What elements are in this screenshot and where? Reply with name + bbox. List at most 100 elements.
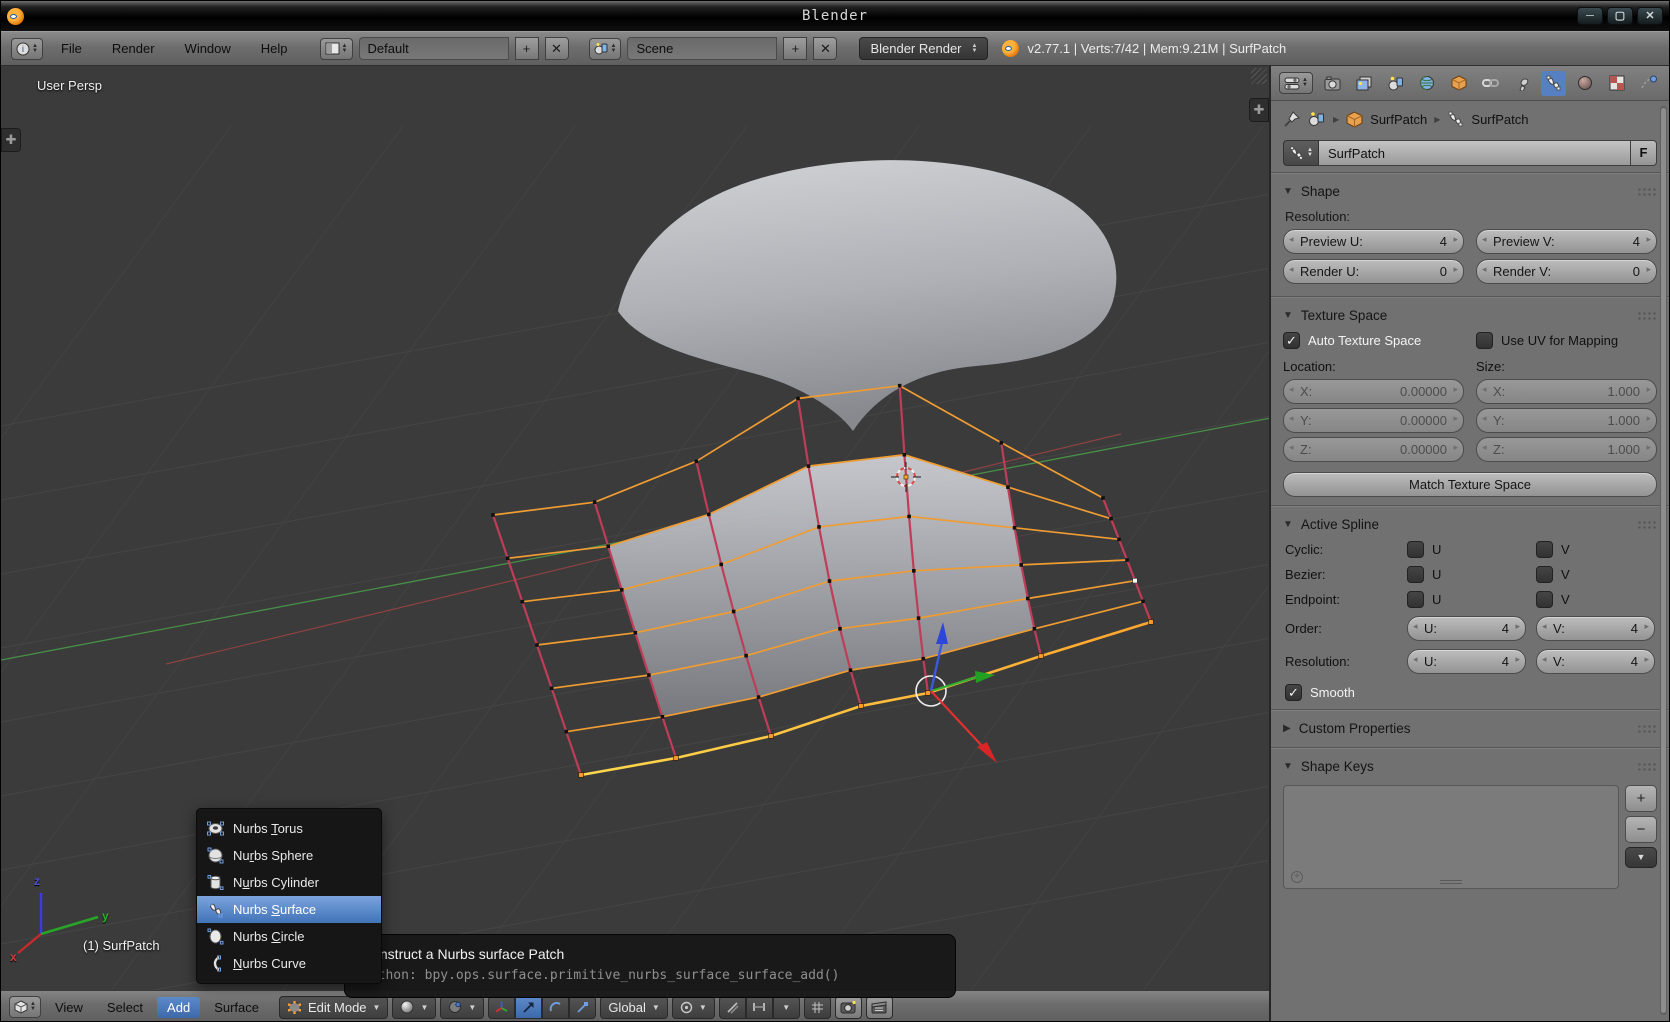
cyclic-v-checkbox[interactable]: ✓ bbox=[1536, 541, 1553, 558]
panel-drag-handle[interactable] bbox=[1637, 311, 1657, 320]
editor-type-button-info[interactable]: i ▲▼ bbox=[11, 38, 43, 60]
menu-item-nurbs-sphere[interactable]: Nurbs Sphere bbox=[197, 842, 381, 869]
panel-drag-handle[interactable] bbox=[1637, 520, 1657, 529]
close-button[interactable]: ✕ bbox=[1637, 7, 1663, 25]
scene-crumb-icon[interactable] bbox=[1308, 111, 1326, 127]
bezier-u-checkbox[interactable]: ✓ bbox=[1407, 566, 1424, 583]
render-border-button[interactable] bbox=[804, 996, 831, 1019]
render-v-field[interactable]: Render V:0 bbox=[1476, 259, 1657, 284]
snap-toggle-button[interactable] bbox=[719, 996, 746, 1019]
menu-item-nurbs-curve[interactable]: Nurbs Curve bbox=[197, 950, 381, 977]
texspace-location-z-field[interactable]: Z:0.00000 bbox=[1283, 437, 1464, 462]
texspace-location-y-field[interactable]: Y:0.00000 bbox=[1283, 408, 1464, 433]
scene-field[interactable]: Scene bbox=[627, 37, 777, 60]
list-filter-icon[interactable]: + bbox=[1291, 871, 1303, 883]
layout-delete-button[interactable]: ✕ bbox=[545, 37, 569, 60]
screen-layout-icon-button[interactable]: ▲▼ bbox=[320, 38, 353, 60]
order-v-field[interactable]: V:4 bbox=[1536, 616, 1655, 641]
menu-select[interactable]: Select bbox=[97, 997, 153, 1018]
panel-scrollbar[interactable] bbox=[1660, 106, 1667, 1015]
shape-key-add-button[interactable]: + bbox=[1625, 785, 1657, 812]
panel-shape-keys-header[interactable]: ▼ Shape Keys bbox=[1271, 752, 1669, 781]
fake-user-button[interactable]: F bbox=[1631, 140, 1657, 166]
texspace-size-z-field[interactable]: Z:1.000 bbox=[1476, 437, 1657, 462]
use-uv-for-mapping-checkbox[interactable]: ✓ bbox=[1476, 332, 1493, 349]
smooth-checkbox[interactable]: ✓ bbox=[1285, 684, 1302, 701]
scene-add-button[interactable]: + bbox=[783, 37, 807, 60]
texspace-size-x-field[interactable]: X:1.000 bbox=[1476, 379, 1657, 404]
match-texture-space-button[interactable]: Match Texture Space bbox=[1283, 472, 1657, 497]
tab-render[interactable] bbox=[1320, 71, 1345, 96]
texspace-location-x-field[interactable]: X:0.00000 bbox=[1283, 379, 1464, 404]
texspace-size-y-field[interactable]: Y:1.000 bbox=[1476, 408, 1657, 433]
tab-texture[interactable] bbox=[1605, 71, 1630, 96]
tab-object[interactable] bbox=[1447, 71, 1472, 96]
snap-dropdown-button[interactable]: ▼ bbox=[773, 996, 800, 1019]
breadcrumb-data-name[interactable]: SurfPatch bbox=[1471, 112, 1528, 127]
snap-element-button[interactable] bbox=[746, 996, 773, 1019]
tab-world[interactable] bbox=[1415, 71, 1440, 96]
layout-add-button[interactable]: + bbox=[515, 37, 539, 60]
breadcrumb-object-name[interactable]: SurfPatch bbox=[1370, 112, 1427, 127]
endpoint-u-checkbox[interactable]: ✓ bbox=[1407, 591, 1424, 608]
tab-constraints[interactable] bbox=[1478, 71, 1503, 96]
spline-resolution-v-field[interactable]: V:4 bbox=[1536, 649, 1655, 674]
endpoint-v-checkbox[interactable]: ✓ bbox=[1536, 591, 1553, 608]
viewport-3d[interactable]: User Persp (1) SurfPatch z y x ✚ ✚ Nurbs… bbox=[1, 66, 1271, 1022]
viewport-shading-select[interactable]: ▼ bbox=[392, 996, 436, 1019]
tab-render-layers[interactable] bbox=[1352, 71, 1377, 96]
tab-material[interactable] bbox=[1573, 71, 1598, 96]
pivot-point-select[interactable]: ▼ bbox=[440, 996, 484, 1019]
menu-surface[interactable]: Surface bbox=[204, 997, 269, 1018]
shape-key-specials-button[interactable]: ▼ bbox=[1625, 847, 1657, 868]
nurbs-control-cage[interactable] bbox=[491, 384, 1153, 777]
panel-shape-header[interactable]: ▼ Shape bbox=[1271, 177, 1669, 206]
order-u-field[interactable]: U:4 bbox=[1407, 616, 1526, 641]
tab-modifiers[interactable] bbox=[1510, 71, 1535, 96]
menu-add[interactable]: Add bbox=[157, 997, 200, 1018]
mode-select[interactable]: Edit Mode ▼ bbox=[279, 996, 388, 1019]
menu-file[interactable]: File bbox=[49, 37, 94, 60]
editor-type-button-3dview[interactable]: ▲▼ bbox=[9, 996, 41, 1018]
panel-custom-properties-header[interactable]: ▶ Custom Properties bbox=[1271, 714, 1669, 743]
screen-layout-field[interactable]: Default bbox=[359, 37, 509, 60]
panel-texture-space-header[interactable]: ▼ Texture Space bbox=[1271, 301, 1669, 330]
shape-key-remove-button[interactable]: − bbox=[1625, 816, 1657, 843]
tab-physics[interactable] bbox=[1636, 71, 1661, 96]
area-corner-widget[interactable] bbox=[1251, 68, 1267, 84]
menu-window[interactable]: Window bbox=[173, 37, 243, 60]
menu-item-nurbs-circle[interactable]: Nurbs Circle bbox=[197, 923, 381, 950]
preview-u-field[interactable]: Preview U:4 bbox=[1283, 229, 1464, 254]
datablock-browse-button[interactable]: ▲▼ bbox=[1283, 140, 1319, 166]
menu-item-nurbs-cylinder[interactable]: Nurbs Cylinder bbox=[197, 869, 381, 896]
list-resize-grip[interactable] bbox=[1440, 880, 1462, 884]
tab-object-data[interactable] bbox=[1541, 71, 1566, 96]
scene-delete-button[interactable]: ✕ bbox=[813, 37, 837, 60]
manipulator-rotate-button[interactable] bbox=[542, 996, 569, 1019]
manipulator-scale-button[interactable] bbox=[569, 996, 596, 1019]
transform-orientation-select[interactable]: Global ▼ bbox=[600, 996, 668, 1019]
scene-icon-button[interactable]: ▲▼ bbox=[589, 38, 622, 60]
manipulator-translate-button[interactable] bbox=[515, 996, 542, 1019]
preview-v-field[interactable]: Preview V:4 bbox=[1476, 229, 1657, 254]
panel-drag-handle[interactable] bbox=[1637, 187, 1657, 196]
bezier-v-checkbox[interactable]: ✓ bbox=[1536, 566, 1553, 583]
scrollbar-thumb[interactable] bbox=[1661, 108, 1666, 1013]
render-u-field[interactable]: Render U:0 bbox=[1283, 259, 1464, 284]
panel-active-spline-header[interactable]: ▼ Active Spline bbox=[1271, 510, 1669, 539]
shape-keys-list[interactable]: + bbox=[1283, 785, 1619, 889]
manipulator-toggle-button[interactable] bbox=[488, 996, 515, 1019]
render-engine-select[interactable]: Blender Render ▲▼ bbox=[859, 37, 988, 60]
cyclic-u-checkbox[interactable]: ✓ bbox=[1407, 541, 1424, 558]
maximize-button[interactable]: ▢ bbox=[1607, 7, 1633, 25]
minimize-button[interactable]: ─ bbox=[1577, 7, 1603, 25]
panel-drag-handle[interactable] bbox=[1637, 724, 1657, 733]
menu-item-nurbs-torus[interactable]: Nurbs Torus bbox=[197, 815, 381, 842]
opengl-render-image-button[interactable] bbox=[835, 996, 862, 1019]
menu-view[interactable]: View bbox=[45, 997, 93, 1018]
proportional-edit-select[interactable]: ▼ bbox=[672, 996, 715, 1019]
opengl-render-animation-button[interactable] bbox=[866, 996, 893, 1019]
menu-item-nurbs-surface[interactable]: Nurbs Surface bbox=[197, 896, 381, 923]
spline-resolution-u-field[interactable]: U:4 bbox=[1407, 649, 1526, 674]
tab-scene[interactable] bbox=[1383, 71, 1408, 96]
